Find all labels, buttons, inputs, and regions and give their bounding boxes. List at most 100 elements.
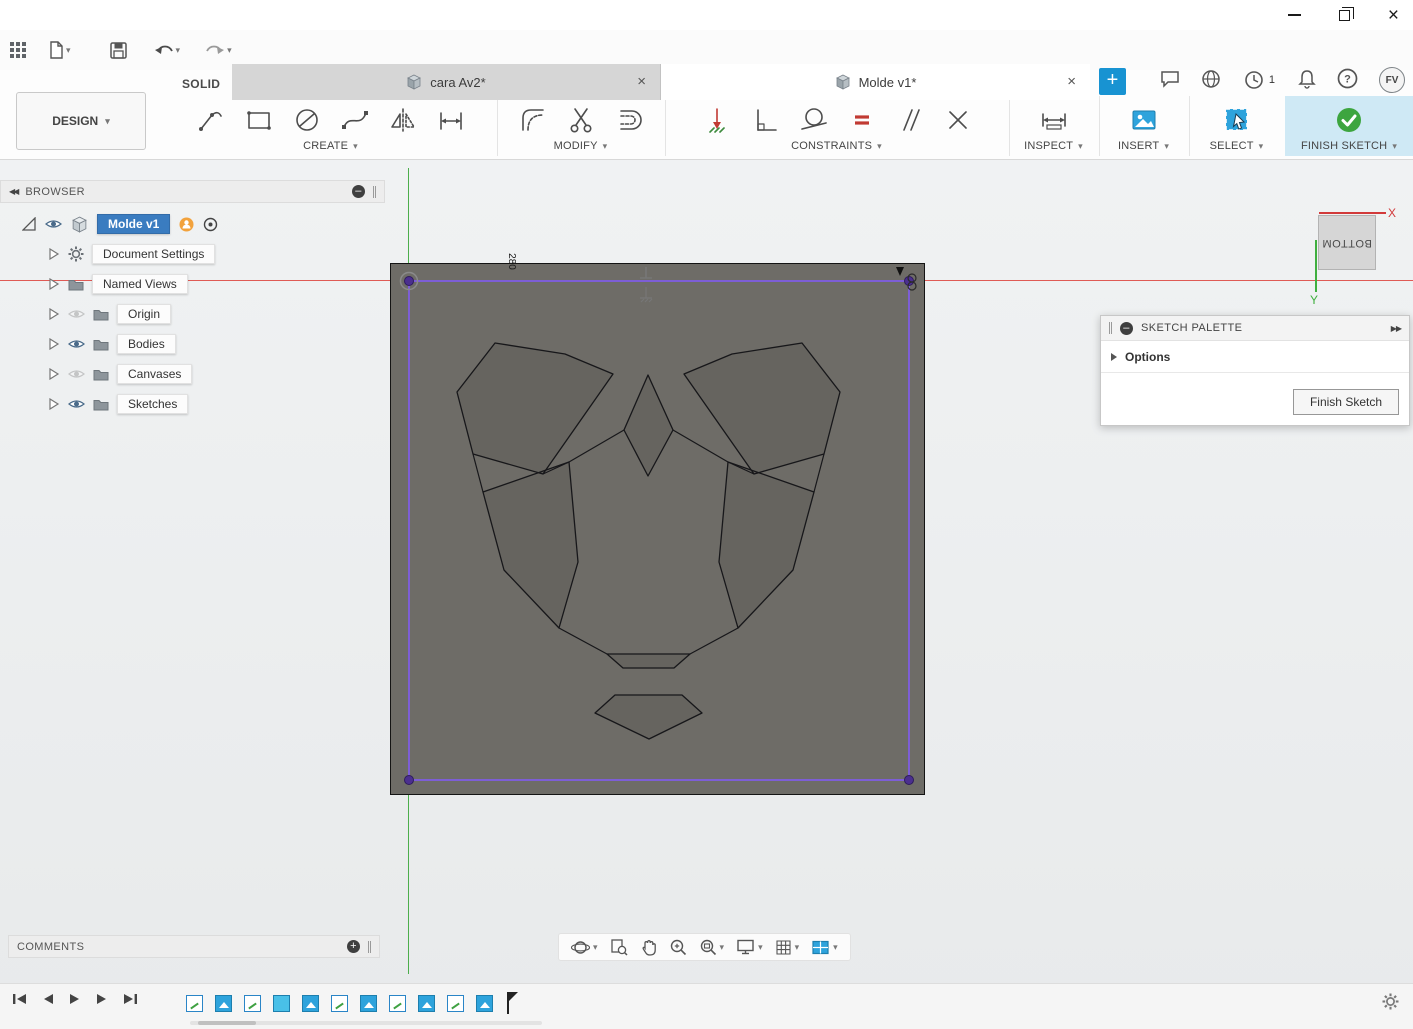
tree-item-label[interactable]: Canvases bbox=[117, 364, 192, 384]
insert-dropdown[interactable]: INSERT ▾ bbox=[1118, 140, 1169, 152]
viewports-button[interactable]: ▾ bbox=[811, 939, 838, 956]
timeline-feature-icon[interactable] bbox=[331, 995, 348, 1012]
add-comment-icon[interactable]: + bbox=[347, 940, 360, 953]
circle-tool-button[interactable] bbox=[289, 102, 325, 138]
finish-sketch-palette-button[interactable]: Finish Sketch bbox=[1293, 389, 1399, 415]
visibility-eye-icon[interactable] bbox=[45, 218, 62, 230]
dimension-label[interactable]: 280 bbox=[506, 253, 517, 270]
doc-tab-molde[interactable]: Molde v1* × bbox=[661, 64, 1090, 100]
file-menu-button[interactable]: ▾ bbox=[47, 39, 73, 61]
grid-snap-button[interactable]: ▾ bbox=[775, 939, 800, 956]
visibility-eye-icon[interactable] bbox=[68, 338, 85, 350]
tree-row-origin[interactable]: Origin bbox=[0, 299, 385, 329]
activate-component-icon[interactable] bbox=[203, 217, 218, 232]
timeline-feature-icon[interactable] bbox=[186, 995, 203, 1012]
tree-row-bodies[interactable]: Bodies bbox=[0, 329, 385, 359]
timeline-position-marker[interactable] bbox=[507, 992, 509, 1014]
tree-item-label[interactable]: Origin bbox=[117, 304, 171, 324]
viewcube[interactable]: BOTTOM bbox=[1318, 215, 1376, 270]
fix-constraint-button[interactable] bbox=[699, 102, 735, 138]
go-to-end-icon[interactable] bbox=[123, 992, 138, 1006]
timeline-feature-icon[interactable] bbox=[273, 995, 290, 1012]
step-forward-icon[interactable] bbox=[96, 992, 108, 1006]
modify-dropdown[interactable]: MODIFY ▾ bbox=[554, 140, 608, 152]
tree-item-label[interactable]: Document Settings bbox=[92, 244, 215, 264]
notifications-button[interactable] bbox=[1298, 69, 1316, 92]
new-document-button[interactable]: + bbox=[1099, 68, 1126, 95]
tab-solid[interactable]: SOLID bbox=[168, 72, 234, 96]
panel-drag-handle-icon[interactable] bbox=[1109, 322, 1112, 334]
tree-item-label[interactable]: Bodies bbox=[117, 334, 176, 354]
canvas-image-sketch[interactable] bbox=[390, 263, 925, 795]
timeline-feature-icon[interactable] bbox=[418, 995, 435, 1012]
tree-row-document-settings[interactable]: Document Settings bbox=[0, 239, 385, 269]
inspect-dropdown[interactable]: INSPECT ▾ bbox=[1024, 140, 1083, 152]
trim-tool-button[interactable] bbox=[563, 102, 599, 138]
play-icon[interactable] bbox=[69, 992, 81, 1006]
fit-button[interactable]: ▾ bbox=[699, 938, 725, 956]
tab-close-icon[interactable]: × bbox=[637, 73, 646, 90]
perpendicular-constraint-button[interactable] bbox=[747, 102, 783, 138]
create-dropdown[interactable]: CREATE ▾ bbox=[303, 140, 358, 152]
disclosure-arrow-icon[interactable] bbox=[48, 248, 60, 260]
disclosure-arrow-icon[interactable] bbox=[48, 368, 60, 380]
timeline-feature-icon[interactable] bbox=[476, 995, 493, 1012]
sketch-palette-header[interactable]: – SKETCH PALETTE ▶▶ bbox=[1101, 316, 1409, 341]
fillet-tool-button[interactable] bbox=[515, 102, 551, 138]
comments-header[interactable]: COMMENTS + bbox=[8, 935, 380, 958]
panel-drag-handle-icon[interactable] bbox=[368, 941, 371, 953]
design-workspace-selector[interactable]: DESIGN ▾ bbox=[16, 92, 146, 150]
window-minimize-icon[interactable] bbox=[1288, 14, 1301, 16]
select-tool-button[interactable] bbox=[1219, 102, 1255, 138]
save-button[interactable] bbox=[108, 40, 129, 61]
expand-arrow-icon[interactable] bbox=[22, 217, 36, 231]
go-to-start-icon[interactable] bbox=[12, 992, 27, 1006]
timeline-feature-icon[interactable] bbox=[215, 995, 232, 1012]
avatar[interactable]: FV bbox=[1379, 67, 1405, 93]
root-component-label[interactable]: Molde v1 bbox=[97, 214, 170, 234]
timeline-scroll-knob[interactable] bbox=[198, 1021, 256, 1025]
redo-button[interactable]: ▾ bbox=[203, 41, 234, 60]
tree-item-label[interactable]: Named Views bbox=[92, 274, 188, 294]
job-status-button[interactable] bbox=[1160, 70, 1180, 91]
display-settings-button[interactable]: ▾ bbox=[736, 938, 763, 956]
measure-tool-button[interactable] bbox=[1036, 102, 1072, 138]
visibility-eye-icon[interactable] bbox=[68, 398, 85, 410]
timeline-feature-icon[interactable] bbox=[302, 995, 319, 1012]
timeline-feature-icon[interactable] bbox=[244, 995, 261, 1012]
offset-tool-button[interactable] bbox=[611, 102, 647, 138]
timeline-feature-icon[interactable] bbox=[389, 995, 406, 1012]
recent-activity-button[interactable]: 1 bbox=[1242, 68, 1277, 92]
rectangle-tool-button[interactable] bbox=[241, 102, 277, 138]
tree-item-label[interactable]: Sketches bbox=[117, 394, 188, 414]
modeling-canvas[interactable]: 280 X Y BOTTOM ◀◀ BROWSER – bbox=[0, 160, 1413, 1029]
panel-drag-handle-icon[interactable] bbox=[373, 186, 376, 198]
help-button[interactable]: ? bbox=[1337, 68, 1358, 92]
line-tool-button[interactable] bbox=[193, 102, 229, 138]
undo-button[interactable]: ▾ bbox=[152, 41, 183, 60]
tangent-constraint-button[interactable] bbox=[795, 102, 831, 138]
tree-row-sketches[interactable]: Sketches bbox=[0, 389, 385, 419]
spline-tool-button[interactable] bbox=[337, 102, 373, 138]
mirror-tool-button[interactable] bbox=[385, 102, 421, 138]
parallel-constraint-button[interactable] bbox=[891, 102, 927, 138]
insert-image-button[interactable] bbox=[1126, 102, 1162, 138]
expand-panel-icon[interactable]: ▶▶ bbox=[1391, 324, 1401, 333]
disclosure-arrow-icon[interactable] bbox=[48, 398, 60, 410]
tree-row-root[interactable]: Molde v1 bbox=[0, 209, 385, 239]
tab-close-icon[interactable]: × bbox=[1067, 73, 1076, 90]
timeline-scrollbar[interactable] bbox=[190, 1021, 542, 1025]
doc-tab-cara[interactable]: cara Av2* × bbox=[232, 64, 661, 100]
timeline-feature-icon[interactable] bbox=[447, 995, 464, 1012]
web-button[interactable] bbox=[1201, 69, 1221, 92]
timeline-feature-icon[interactable] bbox=[360, 995, 377, 1012]
disclosure-arrow-icon[interactable] bbox=[48, 278, 60, 290]
pan-button[interactable] bbox=[640, 938, 657, 956]
timeline-settings-button[interactable] bbox=[1382, 993, 1399, 1013]
tree-row-canvases[interactable]: Canvases bbox=[0, 359, 385, 389]
step-back-icon[interactable] bbox=[42, 992, 54, 1006]
disclosure-arrow-icon[interactable] bbox=[48, 338, 60, 350]
palette-options-row[interactable]: Options bbox=[1101, 341, 1409, 373]
constraints-dropdown[interactable]: CONSTRAINTS ▾ bbox=[791, 140, 882, 152]
zoom-button[interactable] bbox=[669, 938, 687, 956]
